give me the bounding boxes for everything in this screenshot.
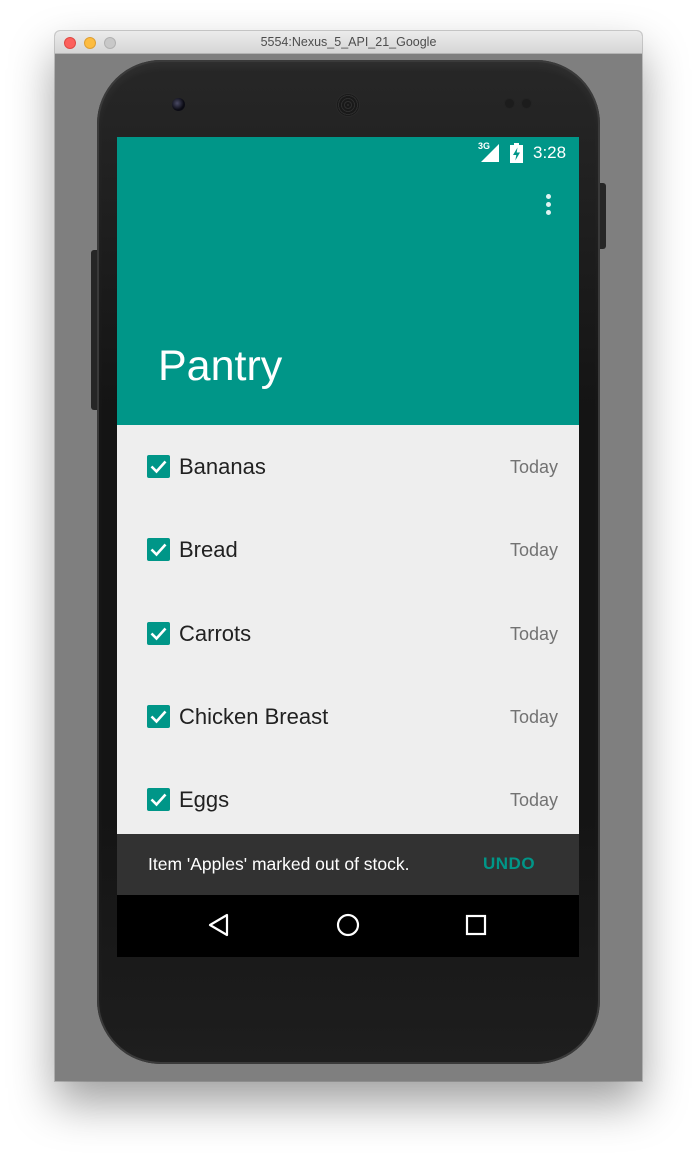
window-title: 5554:Nexus_5_API_21_Google <box>260 35 437 49</box>
overflow-menu-icon[interactable] <box>537 193 561 217</box>
phone-screen: 3G 3:28 Pantry Bananas Today Bread Today… <box>117 137 579 957</box>
item-date: Today <box>509 540 558 561</box>
light-sensor <box>522 99 531 108</box>
item-name: Bread <box>179 537 238 563</box>
undo-button[interactable]: UNDO <box>483 854 535 874</box>
item-date: Today <box>509 706 558 727</box>
list-item[interactable]: Carrots Today <box>117 592 579 675</box>
home-icon[interactable] <box>336 913 360 937</box>
item-name: Chicken Breast <box>179 703 329 729</box>
app-bar: 3G 3:28 Pantry <box>117 137 579 425</box>
snackbar-message: Item 'Apples' marked out of stock. <box>148 854 410 874</box>
recents-icon[interactable] <box>465 914 487 936</box>
back-icon[interactable] <box>207 913 231 937</box>
battery-charging-icon <box>510 143 523 163</box>
checkbox-checked-icon[interactable] <box>147 621 170 645</box>
front-camera <box>172 98 185 111</box>
list-item[interactable]: Bread Today <box>117 508 579 591</box>
status-bar: 3G 3:28 <box>117 137 579 169</box>
pantry-list: Bananas Today Bread Today Carrots Today … <box>117 425 579 841</box>
list-item[interactable]: Eggs Today <box>117 758 579 841</box>
item-date: Today <box>509 457 558 477</box>
power-button[interactable] <box>600 183 606 249</box>
list-item[interactable]: Chicken Breast Today <box>117 675 579 758</box>
item-name: Bananas <box>179 454 266 479</box>
item-date: Today <box>509 790 558 811</box>
checkbox-checked-icon[interactable] <box>147 788 170 812</box>
item-name: Carrots <box>179 620 252 646</box>
item-date: Today <box>509 623 558 644</box>
window-titlebar[interactable]: 5554:Nexus_5_API_21_Google <box>55 31 642 54</box>
checkbox-checked-icon[interactable] <box>147 455 170 478</box>
list-item[interactable]: Bananas Today <box>117 425 579 508</box>
proximity-sensor <box>505 99 514 108</box>
checkbox-checked-icon[interactable] <box>147 538 170 562</box>
checkbox-checked-icon[interactable] <box>147 704 170 728</box>
status-clock: 3:28 <box>533 143 567 162</box>
signal-icon <box>481 144 499 162</box>
page-title: Pantry <box>158 342 283 390</box>
earpiece-speaker <box>337 94 359 116</box>
snackbar: Item 'Apples' marked out of stock. UNDO <box>117 834 579 895</box>
item-name: Eggs <box>179 787 230 813</box>
navigation-bar <box>117 895 579 957</box>
